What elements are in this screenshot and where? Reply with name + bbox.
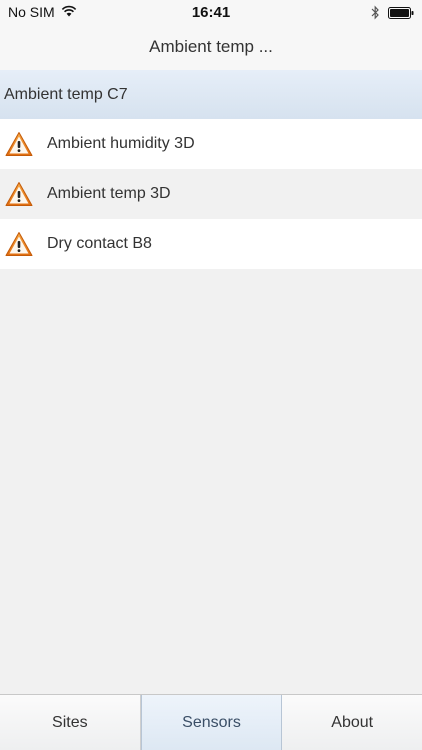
section-header-label: Ambient temp C7 bbox=[4, 85, 128, 103]
warning-icon bbox=[5, 181, 33, 207]
list-item[interactable]: Ambient humidity 3D bbox=[0, 119, 422, 169]
status-time: 16:41 bbox=[191, 4, 231, 21]
list-item[interactable]: Ambient temp 3D bbox=[0, 169, 422, 219]
tab-about[interactable]: About bbox=[282, 695, 422, 750]
list-item[interactable]: Dry contact B8 bbox=[0, 219, 422, 269]
tab-sites[interactable]: Sites bbox=[0, 695, 141, 750]
tab-bar: Sites Sensors About bbox=[0, 694, 422, 750]
status-bar: No SIM 16:41 bbox=[0, 0, 422, 24]
sensor-list: Ambient humidity 3D Ambient temp 3D Dry … bbox=[0, 119, 422, 269]
sensor-label: Dry contact B8 bbox=[47, 234, 152, 252]
tab-sensors[interactable]: Sensors bbox=[140, 695, 283, 750]
page-title: Ambient temp ... bbox=[149, 37, 273, 56]
sensor-label: Ambient humidity 3D bbox=[47, 134, 195, 152]
section-header[interactable]: Ambient temp C7 bbox=[0, 70, 422, 119]
warning-icon bbox=[5, 131, 33, 157]
sensor-label: Ambient temp 3D bbox=[47, 184, 171, 202]
battery-icon bbox=[388, 6, 414, 24]
warning-icon bbox=[5, 231, 33, 257]
navigation-bar: Ambient temp ... bbox=[0, 24, 422, 70]
bluetooth-icon bbox=[371, 5, 380, 25]
status-right bbox=[371, 5, 414, 25]
